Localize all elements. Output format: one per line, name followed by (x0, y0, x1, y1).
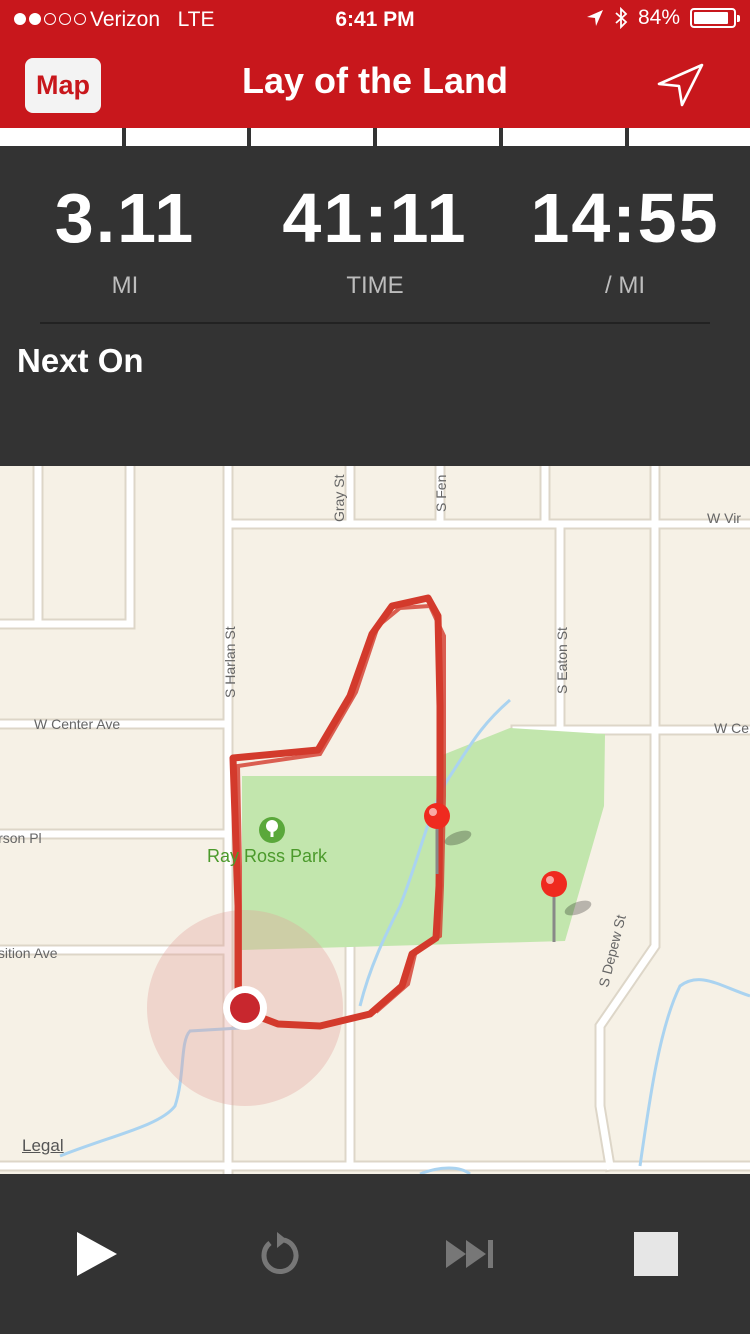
skip-forward-icon (446, 1240, 493, 1268)
play-button[interactable] (67, 1226, 123, 1282)
street-label-gray: Gray St (331, 474, 347, 522)
street-label-depew: S Depew St (595, 913, 628, 989)
bluetooth-icon (615, 7, 628, 29)
playback-controls (0, 1174, 750, 1334)
divider (40, 322, 710, 324)
pace-label: / MI (605, 272, 645, 299)
route-map[interactable]: Ray Ross Park S Harlan St W Center Ave J… (0, 466, 750, 1174)
pace-stat: 14:55 / MI (500, 178, 750, 300)
restart-button[interactable] (253, 1226, 309, 1282)
park-tree-icon (259, 817, 285, 843)
next-on-label: Next On (17, 342, 144, 379)
street-label-virginia: W Vir (707, 510, 741, 526)
play-icon (77, 1232, 117, 1276)
distance-label: MI (111, 272, 139, 299)
street-label-fenton: S Fen (433, 475, 449, 512)
battery-percent: 84% (637, 6, 680, 29)
status-bar: Verizon LTE 6:41 PM 84% (0, 0, 750, 40)
pace-value: 14:55 (530, 179, 720, 257)
time-label: TIME (346, 272, 404, 299)
current-location-marker (223, 986, 267, 1030)
location-arrow-icon[interactable] (656, 62, 706, 108)
stop-button[interactable] (628, 1226, 684, 1282)
street-label-harlan: S Harlan St (222, 626, 238, 698)
distance-value: 3.11 (54, 179, 196, 257)
legal-link[interactable]: Legal (22, 1136, 64, 1156)
street-label-center: W Center Ave (34, 716, 120, 732)
page-title: Lay of the Land (241, 60, 508, 101)
stop-icon (634, 1232, 678, 1276)
time-value: 41:11 (282, 179, 468, 257)
header-bar: Verizon LTE 6:41 PM 84% Map Lay of the L… (0, 0, 750, 128)
distance-stat: 3.11 MI (0, 178, 250, 300)
restart-icon (261, 1232, 299, 1274)
street-label-center-right: W Ce (714, 720, 749, 736)
street-label-exposition: Exposition Ave (0, 945, 58, 961)
time-stat: 41:11 TIME (250, 178, 500, 300)
battery-icon (690, 8, 740, 28)
status-right: 84% (586, 6, 740, 30)
location-services-icon (586, 10, 603, 26)
street-label-jefferson: Jefferson Pl (0, 830, 42, 846)
park-label: Ray Ross Park (207, 846, 328, 866)
stats-panel: 3.11 MI 41:11 TIME 14:55 / MI Next On (0, 146, 750, 466)
street-label-eaton: S Eaton St (554, 627, 570, 694)
skip-forward-button[interactable] (442, 1226, 498, 1282)
tab-strip (0, 128, 750, 146)
